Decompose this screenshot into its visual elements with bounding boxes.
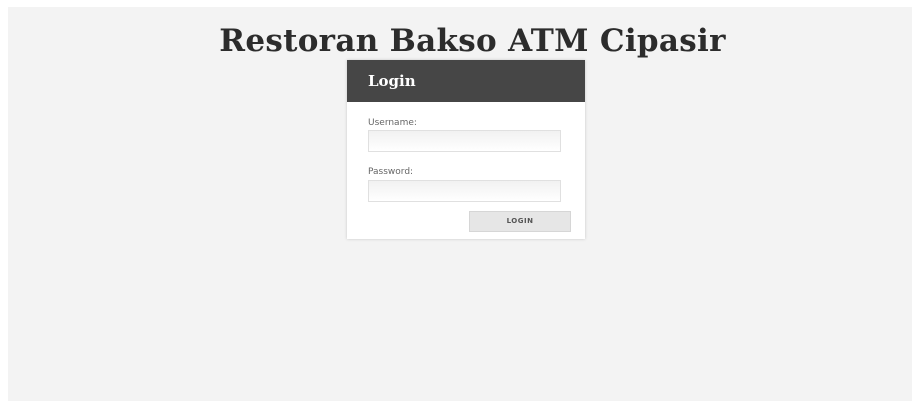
page-background: Restoran Bakso ATM Cipasir Login Usernam…: [8, 7, 912, 401]
password-input[interactable]: [368, 180, 561, 202]
login-button[interactable]: LOGIN: [469, 211, 571, 232]
login-heading: Login: [347, 60, 585, 102]
username-input[interactable]: [368, 130, 561, 152]
username-label: Username:: [368, 118, 417, 128]
site-title: Restoran Bakso ATM Cipasir: [219, 23, 726, 59]
login-panel: Login Username: Password: LOGIN: [347, 60, 585, 239]
password-label: Password:: [368, 167, 414, 177]
